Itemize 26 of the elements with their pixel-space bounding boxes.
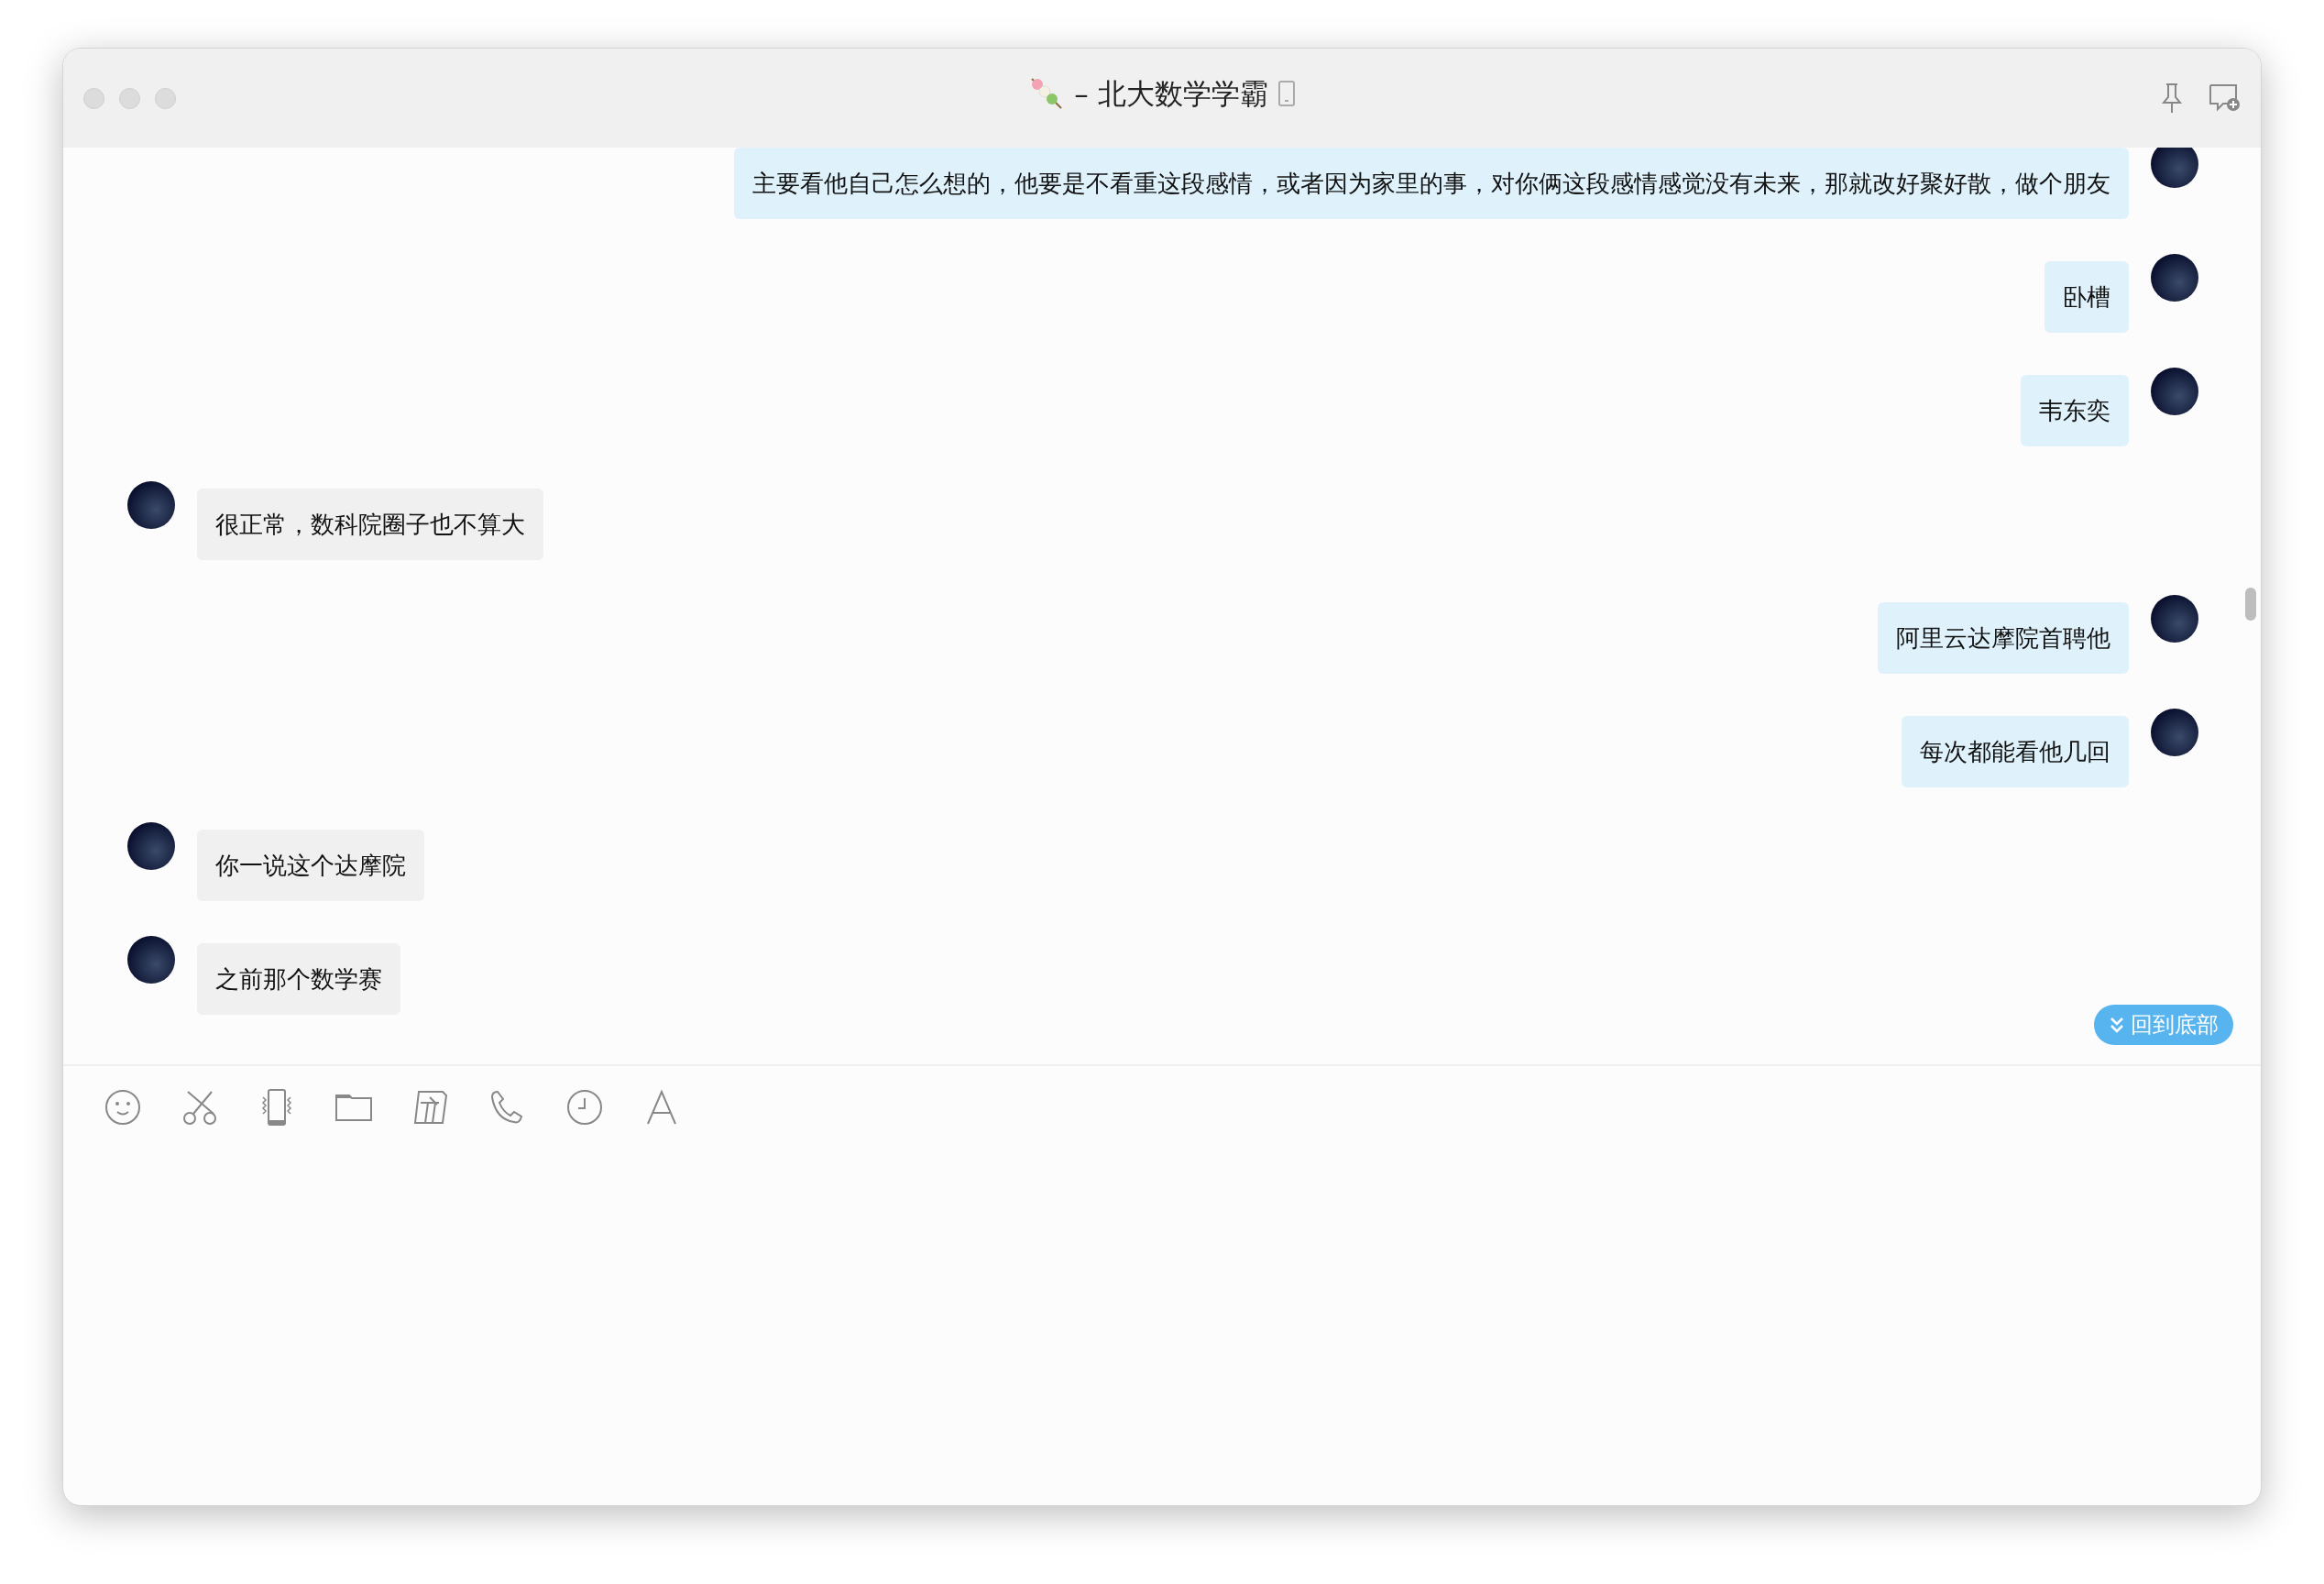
back-to-bottom-button[interactable]: 回到底部 <box>2094 1005 2233 1045</box>
phone-icon <box>1277 80 1296 108</box>
avatar[interactable] <box>2151 595 2198 643</box>
message-bubble: 之前那个数学赛 <box>197 943 400 1015</box>
image-icon[interactable] <box>411 1088 450 1127</box>
avatar[interactable] <box>2151 368 2198 415</box>
emoji-icon[interactable] <box>104 1088 142 1127</box>
scrollbar-thumb[interactable] <box>2245 588 2256 621</box>
message-bubble: 卧槽 <box>2044 261 2129 333</box>
avatar[interactable] <box>127 936 175 984</box>
avatar[interactable] <box>127 481 175 529</box>
avatar[interactable] <box>2151 709 2198 756</box>
avatar[interactable] <box>2151 254 2198 302</box>
avatar[interactable] <box>2151 148 2198 188</box>
double-chevron-down-icon <box>2109 1016 2125 1034</box>
message-bubble: 韦东奕 <box>2021 375 2129 446</box>
message-bubble: 主要看他自己怎么想的，他要是不看重这段感情，或者因为家里的事，对你俩这段感情感觉没有未来，那就改好聚好散，做个朋友 <box>734 148 2129 219</box>
message-bubble: 你一说这个达摩院 <box>197 830 424 901</box>
scissors-icon[interactable] <box>181 1088 219 1127</box>
window-title: – 北大数学学霸 <box>1074 76 1268 112</box>
message-bubble: 阿里云达摩院首聘他 <box>1878 602 2129 674</box>
message-bubble: 很正常，数科院圈子也不算大 <box>197 489 543 560</box>
message-bubble: 每次都能看他几回 <box>1902 716 2129 787</box>
avatar[interactable] <box>127 822 175 870</box>
new-chat-icon[interactable] <box>2208 82 2241 114</box>
clock-icon[interactable] <box>565 1088 604 1127</box>
